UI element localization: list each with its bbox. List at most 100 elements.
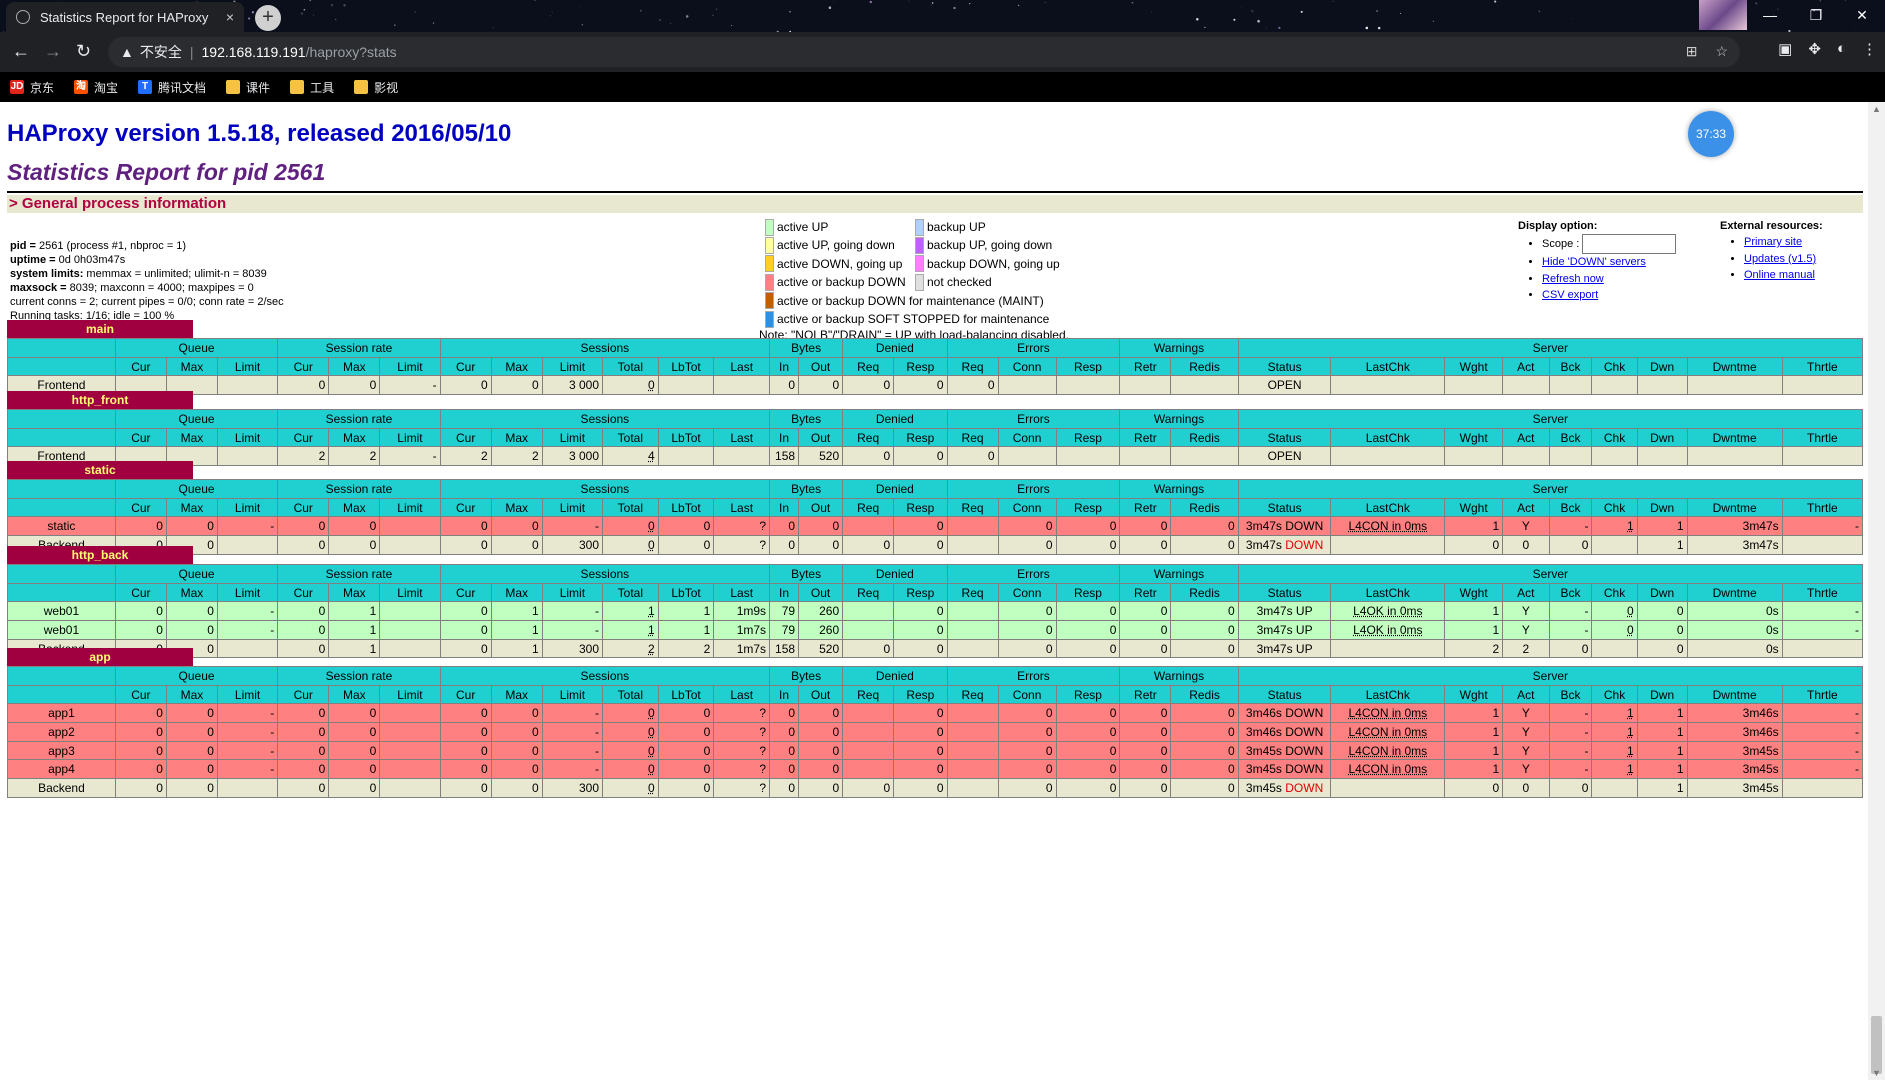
table-cell <box>216 638 279 659</box>
hide-down-servers-link[interactable]: Hide 'DOWN' servers <box>1542 256 1646 268</box>
display-option-item: Refresh now <box>1542 271 1676 288</box>
forward-icon[interactable]: → <box>44 40 62 62</box>
table-cell: 1 <box>1444 759 1504 780</box>
column-header: LastChk <box>1330 427 1446 448</box>
page-subtitle: Statistics Report for pid 2561 <box>7 159 326 185</box>
cell-value: - <box>1584 622 1589 637</box>
bookmark-item[interactable]: 淘淘宝 <box>74 79 118 96</box>
column-header: Max <box>328 356 381 377</box>
reload-icon[interactable]: ↻ <box>76 40 91 62</box>
cell-value: 0 <box>318 604 326 619</box>
account-icon[interactable]: ◐ <box>1837 40 1846 58</box>
scope-input[interactable] <box>1582 234 1677 254</box>
column-header: Thrtle <box>1781 427 1864 448</box>
extension-icon[interactable]: ▣ <box>1778 40 1792 58</box>
legend-entry: active UP, going down <box>765 236 915 255</box>
bookmark-item[interactable]: T 腾讯文档 <box>138 79 206 96</box>
table-cell: 0 <box>997 703 1057 724</box>
column-header: Limit <box>541 497 604 518</box>
table-cell: 0 <box>490 516 543 537</box>
cell-value: 0 <box>987 449 995 464</box>
table-cell: 1 <box>1636 703 1688 724</box>
column-header: Limit <box>541 427 604 448</box>
table-cell: 0 <box>1170 516 1239 537</box>
table-cell: - <box>216 601 279 622</box>
primary-site-link[interactable]: Primary site <box>1744 236 1802 248</box>
table-cell: 3m45s <box>1686 740 1783 761</box>
cell-value: 0 <box>318 743 326 758</box>
online-manual-link[interactable]: Online manual <box>1744 269 1815 281</box>
bookmark-item[interactable]: 影视 <box>354 79 398 96</box>
proxy-label-http_back[interactable]: http_back <box>7 546 193 564</box>
scroll-down-icon[interactable]: ▼ <box>1872 1068 1881 1078</box>
table-cell <box>1591 778 1638 798</box>
table-cell: 0 <box>1636 620 1688 640</box>
table-cell <box>1330 638 1446 659</box>
table-cell <box>842 601 895 622</box>
close-window-icon[interactable]: ✕ <box>1839 0 1885 30</box>
cell-value: 0 <box>1492 780 1500 795</box>
table-cell <box>1548 375 1593 396</box>
table-row: Backend 0 0 0 0 0 0 300 0 0? 0 0 0 0 0 0 0 0 3m47s DOWN 0 0 0… <box>7 535 1864 555</box>
cell-value: 0 <box>318 378 326 393</box>
floating-clock-widget[interactable]: 37:33 <box>1688 111 1734 157</box>
column-header-row: Cur Max Limit Cur Max Limit Cur Max Limit Total Lb… <box>7 497 1864 518</box>
bookmark-item[interactable]: 工具 <box>290 79 334 96</box>
table-cell: 0 <box>769 516 800 537</box>
cell-value: 3m47s <box>1742 537 1779 552</box>
profile-avatar[interactable] <box>1699 0 1747 30</box>
table-cell: 3m47s <box>1686 535 1783 555</box>
table-cell: 0 <box>842 375 895 396</box>
column-header: Req <box>946 684 999 705</box>
puzzle-icon[interactable]: ✥ <box>1808 40 1821 58</box>
column-header: Conn <box>997 356 1057 377</box>
table-cell: 0 <box>769 759 800 780</box>
table-cell: 0 <box>490 740 543 761</box>
minimize-icon[interactable]: — <box>1747 0 1793 30</box>
table-cell <box>1055 446 1121 467</box>
cell-value: 0 <box>1160 641 1168 656</box>
csv-export-link[interactable]: CSV export <box>1542 289 1598 301</box>
proxy-label-static[interactable]: static <box>7 461 193 479</box>
table-cell: 3 000 <box>541 375 604 396</box>
new-tab-button[interactable]: + <box>255 5 281 31</box>
cell-value: - <box>1855 743 1859 758</box>
column-header: Redis <box>1170 684 1239 705</box>
column-header: Act <box>1502 356 1550 377</box>
table-cell: 0 <box>1170 759 1239 780</box>
cell-value: 1 <box>369 604 377 619</box>
cell-value: web01 <box>43 604 80 619</box>
column-header: Limit <box>216 427 279 448</box>
back-icon[interactable]: ← <box>12 40 30 62</box>
bookmark-star-icon[interactable]: ☆ <box>1715 43 1728 60</box>
refresh-now-link[interactable]: Refresh now <box>1542 273 1604 285</box>
proxy-label-main[interactable]: main <box>7 320 193 338</box>
tab-close-icon[interactable]: × <box>226 9 234 25</box>
cell-value: 3 000 <box>568 378 600 393</box>
proxy-label-app[interactable]: app <box>7 648 193 666</box>
proxy-table-http_back: Queue Session rate Sessions Bytes Denied Erro… <box>7 564 1864 659</box>
proxy-label-http_front[interactable]: http_front <box>7 391 193 409</box>
table-cell: 0 <box>439 535 492 555</box>
cell-value: 2 <box>703 641 711 656</box>
table-cell: - <box>541 759 604 780</box>
restore-icon[interactable]: ❐ <box>1793 0 1839 30</box>
bookmark-item[interactable]: JD 京东 <box>10 79 54 96</box>
browser-tab[interactable]: Statistics Report for HAProxy × <box>6 2 244 32</box>
group-header: Session rate <box>277 564 441 584</box>
translate-icon[interactable]: ⊞ <box>1686 43 1698 60</box>
bookmark-label: 影视 <box>374 80 399 95</box>
table-cell: 0 <box>602 516 659 537</box>
column-header: Req <box>946 427 999 448</box>
vertical-scrollbar[interactable]: ▲ ▼ <box>1868 102 1885 1080</box>
cell-value: 0 <box>936 706 944 721</box>
menu-icon[interactable]: ⋮ <box>1862 40 1877 58</box>
cell-value: 0 <box>1160 604 1168 619</box>
bookmark-item[interactable]: 课件 <box>226 79 270 96</box>
address-bar[interactable]: ▲ 不安全 | 192.168.119.191 /haproxy?stats ⊞… <box>108 37 1740 67</box>
table-cell: 0 <box>490 375 543 396</box>
scroll-up-icon[interactable]: ▲ <box>1872 104 1881 114</box>
scrollbar-thumb[interactable] <box>1871 1016 1882 1074</box>
updates-link[interactable]: Updates (v1.5) <box>1744 253 1816 265</box>
cell-value: 0 <box>156 724 163 739</box>
